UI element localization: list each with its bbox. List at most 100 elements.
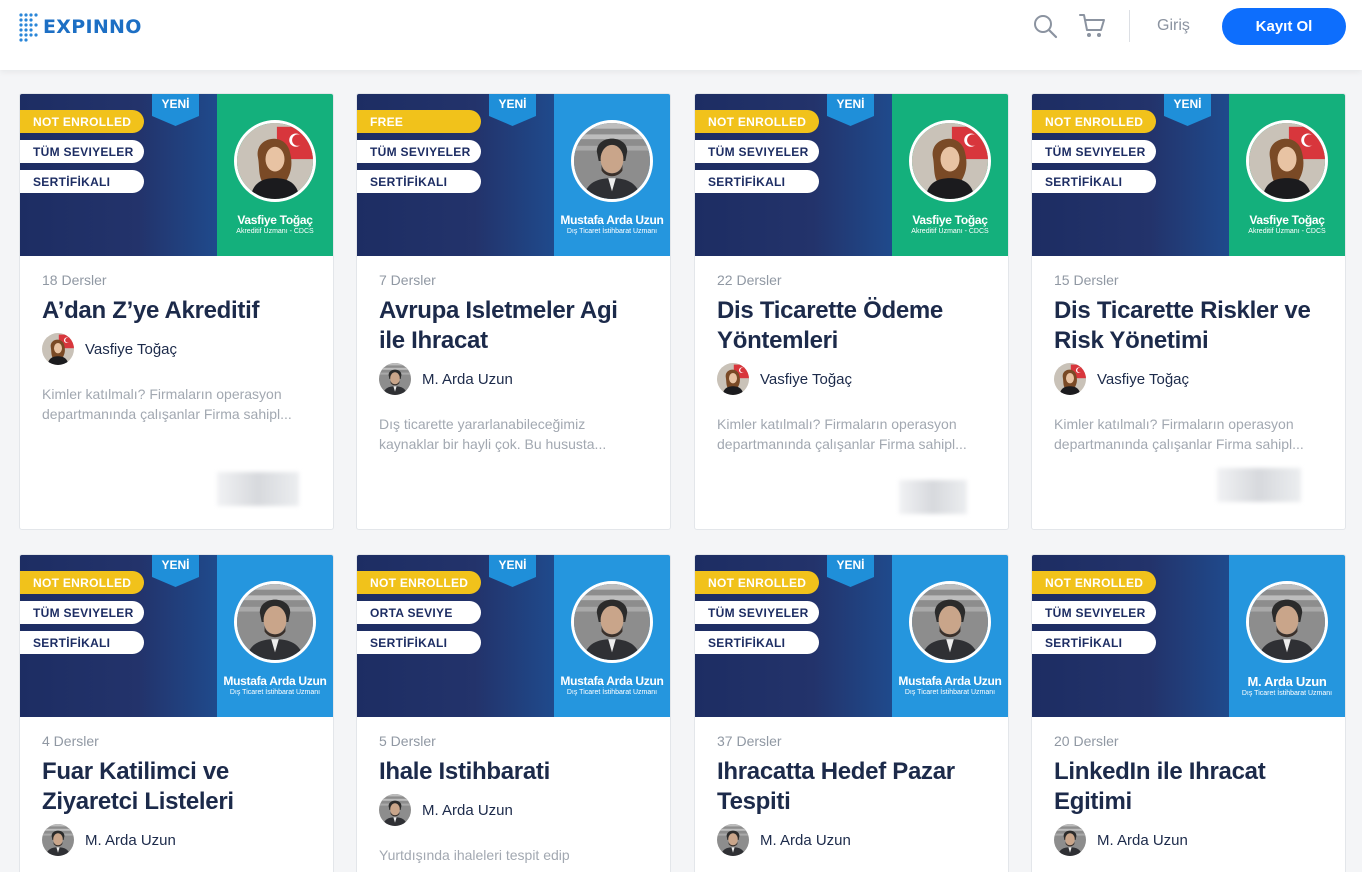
login-link[interactable]: Giriş — [1157, 17, 1190, 35]
logo-text: EXPINNO — [43, 16, 142, 38]
course-banner: NOT ENROLLED ORTA SEVIYE SERTİFİKALI YEN… — [357, 555, 670, 717]
level-badge: TÜM SEVIYELER — [20, 140, 144, 163]
enrollment-badge: NOT ENROLLED — [20, 571, 144, 594]
banner-instructor-name: Vasfiye Toğaç — [912, 213, 988, 227]
instructor-photo — [909, 581, 991, 663]
price-placeholder — [1217, 468, 1301, 502]
author-name: M. Arda Uzun — [422, 801, 513, 819]
certificate-badge: SERTİFİKALI — [1032, 170, 1156, 193]
level-badge: TÜM SEVIYELER — [1032, 140, 1156, 163]
logo[interactable]: EXPINNO — [18, 10, 142, 44]
course-card-3[interactable]: NOT ENROLLED TÜM SEVIYELER SERTİFİKALI Y… — [694, 93, 1009, 530]
author-avatar — [42, 824, 74, 856]
banner-instructor-name: Mustafa Arda Uzun — [223, 674, 327, 688]
banner-instructor-title: Akreditif Uzmanı - CDCS — [236, 228, 314, 235]
enrollment-badge: NOT ENROLLED — [1032, 110, 1156, 133]
search-icon[interactable] — [1032, 13, 1058, 39]
banner-instructor-name: Vasfiye Toğaç — [1249, 213, 1325, 227]
level-badge: TÜM SEVIYELER — [20, 601, 144, 624]
banner-instructor-title: Dış Ticaret İstihbarat Uzmanı — [904, 689, 996, 696]
course-card-6[interactable]: NOT ENROLLED ORTA SEVIYE SERTİFİKALI YEN… — [356, 554, 671, 872]
course-card-7[interactable]: NOT ENROLLED TÜM SEVIYELER SERTİFİKALI Y… — [694, 554, 1009, 872]
course-author[interactable]: Vasfiye Toğaç — [1054, 363, 1323, 395]
price-placeholder — [899, 480, 967, 514]
card-body: 18 Dersler A’dan Z’ye Akreditif Vasfiye … — [20, 256, 333, 424]
course-description: Kimler katılmalı? Firmaların operasyon d… — [42, 386, 292, 422]
course-title[interactable]: LinkedIn ile Ihracat Egitimi — [1054, 757, 1323, 817]
new-label: YENİ — [161, 558, 190, 572]
course-title[interactable]: Fuar Katilimci ve Ziyaretci Listeleri — [42, 757, 311, 817]
course-author[interactable]: M. Arda Uzun — [1054, 824, 1323, 856]
banner-instructor-name: Mustafa Arda Uzun — [560, 213, 664, 227]
new-label: YENİ — [836, 558, 865, 572]
card-body: 5 Dersler Ihale Istihbarati M. Arda Uzun… — [357, 717, 670, 865]
new-ribbon: YENİ — [152, 94, 199, 126]
header-divider — [1129, 10, 1130, 42]
lesson-count: 22 Dersler — [717, 272, 782, 288]
author-name: Vasfiye Toğaç — [760, 370, 852, 388]
banner-instructor-title: Dış Ticaret İstihbarat Uzmanı — [566, 228, 658, 235]
course-title[interactable]: Dis Ticarette Ödeme Yöntemleri — [717, 296, 986, 356]
new-ribbon: YENİ — [827, 94, 874, 126]
course-title[interactable]: Avrupa Isletmeler Agi ile Ihracat — [379, 296, 648, 356]
author-name: M. Arda Uzun — [760, 831, 851, 849]
register-button[interactable]: Kayıt Ol — [1222, 8, 1346, 45]
course-banner: NOT ENROLLED TÜM SEVIYELER SERTİFİKALI Y… — [695, 555, 1008, 717]
instructor-photo — [571, 120, 653, 202]
course-author[interactable]: Vasfiye Toğaç — [717, 363, 986, 395]
lesson-count: 7 Dersler — [379, 272, 436, 288]
enrollment-badge: NOT ENROLLED — [1032, 571, 1156, 594]
instructor-photo — [1246, 120, 1328, 202]
course-description: Kimler katılmalı? Firmaların operasyon d… — [717, 416, 967, 452]
course-card-2[interactable]: FREE TÜM SEVIYELER SERTİFİKALI YENİ Must… — [356, 93, 671, 530]
card-body: 22 Dersler Dis Ticarette Ödeme Yöntemler… — [695, 256, 1008, 454]
course-card-4[interactable]: NOT ENROLLED TÜM SEVIYELER SERTİFİKALI Y… — [1031, 93, 1346, 530]
author-name: M. Arda Uzun — [1097, 831, 1188, 849]
author-avatar — [717, 824, 749, 856]
price-placeholder — [217, 472, 299, 506]
course-card-1[interactable]: NOT ENROLLED TÜM SEVIYELER SERTİFİKALI Y… — [19, 93, 334, 530]
card-body: 20 Dersler LinkedIn ile Ihracat Egitimi … — [1032, 717, 1345, 856]
author-name: Vasfiye Toğaç — [1097, 370, 1189, 388]
card-body: 4 Dersler Fuar Katilimci ve Ziyaretci Li… — [20, 717, 333, 856]
enrollment-badge: NOT ENROLLED — [695, 571, 819, 594]
course-author[interactable]: M. Arda Uzun — [42, 824, 311, 856]
course-banner: NOT ENROLLED TÜM SEVIYELER SERTİFİKALI Y… — [1032, 94, 1345, 256]
banner-instructor-title: Dış Ticaret İstihbarat Uzmanı — [229, 689, 321, 696]
author-name: M. Arda Uzun — [85, 831, 176, 849]
certificate-badge: SERTİFİKALI — [357, 170, 481, 193]
course-card-5[interactable]: NOT ENROLLED TÜM SEVIYELER SERTİFİKALI Y… — [19, 554, 334, 872]
level-badge: ORTA SEVIYE — [357, 601, 481, 624]
lesson-count: 37 Dersler — [717, 733, 782, 749]
lesson-count: 20 Dersler — [1054, 733, 1119, 749]
certificate-badge: SERTİFİKALI — [695, 170, 819, 193]
course-title[interactable]: A’dan Z’ye Akreditif — [42, 296, 311, 326]
lesson-count: 15 Dersler — [1054, 272, 1119, 288]
cart-icon[interactable] — [1078, 12, 1106, 40]
course-title[interactable]: Dis Ticarette Riskler ve Risk Yönetimi — [1054, 296, 1323, 356]
course-title[interactable]: Ihracatta Hedef Pazar Tespiti — [717, 757, 986, 817]
banner-instructor-title: Dış Ticaret İstihbarat Uzmanı — [566, 689, 658, 696]
course-description: Yurtdışında ihaleleri tespit edip — [379, 847, 570, 863]
enrollment-badge: NOT ENROLLED — [20, 110, 144, 133]
certificate-badge: SERTİFİKALI — [20, 631, 144, 654]
new-label: YENİ — [1173, 97, 1202, 111]
level-badge: TÜM SEVIYELER — [357, 140, 481, 163]
new-ribbon: YENİ — [1164, 94, 1211, 126]
enrollment-badge: FREE — [357, 110, 481, 133]
course-author[interactable]: M. Arda Uzun — [379, 794, 648, 826]
banner-instructor-name: M. Arda Uzun — [1247, 674, 1327, 689]
enrollment-badge: NOT ENROLLED — [695, 110, 819, 133]
banner-instructor-name: Mustafa Arda Uzun — [560, 674, 664, 688]
instructor-photo — [234, 120, 316, 202]
card-body: 7 Dersler Avrupa Isletmeler Agi ile Ihra… — [357, 256, 670, 454]
course-title[interactable]: Ihale Istihbarati — [379, 757, 648, 787]
course-author[interactable]: M. Arda Uzun — [379, 363, 648, 395]
course-description: Dış ticarette yararlanabileceğimiz kayna… — [379, 416, 607, 452]
banner-instructor-title: Akreditif Uzmanı - CDCS — [911, 228, 989, 235]
course-banner: NOT ENROLLED TÜM SEVIYELER SERTİFİKALI Y… — [20, 94, 333, 256]
lesson-count: 18 Dersler — [42, 272, 107, 288]
course-author[interactable]: M. Arda Uzun — [717, 824, 986, 856]
course-card-8[interactable]: NOT ENROLLED TÜM SEVIYELER SERTİFİKALI M… — [1031, 554, 1346, 872]
course-author[interactable]: Vasfiye Toğaç — [42, 333, 311, 365]
